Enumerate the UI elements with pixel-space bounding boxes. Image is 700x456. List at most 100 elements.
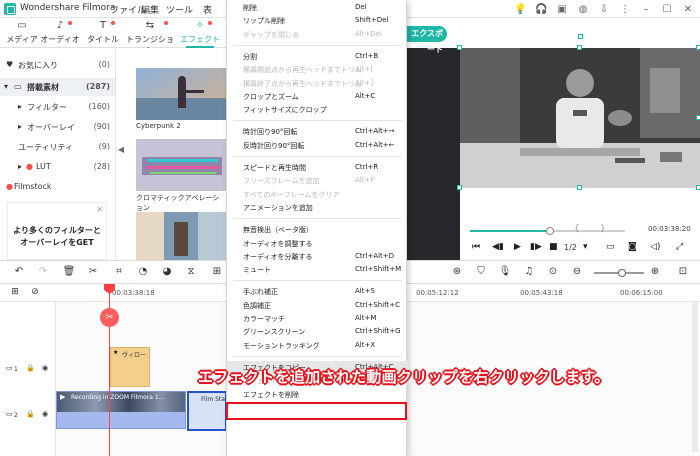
speed-icon[interactable]: ◔ (136, 266, 150, 277)
category-utility[interactable]: ユーティリティ (9) (0, 138, 115, 156)
effect-thumbnail-chromatic[interactable] (136, 139, 226, 191)
scissors-icon[interactable]: ✂ (100, 308, 119, 327)
fullscreen-icon[interactable]: ⤢ (676, 242, 683, 252)
lock-icon[interactable]: 🔒 (26, 364, 35, 372)
video-clip[interactable]: Recording in ZOOM Filmora 1... ▶ (56, 391, 186, 429)
volume-icon[interactable]: ◁) (650, 242, 660, 252)
video-clip-selected[interactable]: Film Start (187, 391, 230, 431)
crop-icon[interactable]: ⌗ (112, 266, 126, 277)
chevron-down-icon[interactable]: ▾ (583, 242, 588, 252)
tab-title[interactable]: T タイトル (83, 18, 123, 48)
timeline-scrollbar[interactable] (692, 302, 698, 452)
prev-frame-icon[interactable]: ⏮ (472, 242, 480, 252)
playback-speed[interactable]: 1/2 (564, 243, 577, 252)
context-menu-item[interactable]: オーディオを分離する Ctrl+Alt+D (227, 250, 408, 263)
delete-icon[interactable]: 🗑 (62, 266, 76, 277)
mixer-icon[interactable]: ♫ (522, 266, 536, 277)
play-reverse-icon[interactable]: ◀▮ (492, 242, 504, 252)
tab-media[interactable]: ▭ メディア (2, 18, 42, 48)
close-icon[interactable]: ✕ (96, 205, 103, 214)
tab-effects[interactable]: ✧ エフェクト (180, 18, 220, 48)
next-frame-icon[interactable]: ▮▶ (530, 242, 542, 252)
zoom-out-icon[interactable]: ⊖ (570, 266, 584, 277)
maximize-icon[interactable]: ☐ (661, 4, 673, 15)
minimize-icon[interactable]: – (640, 4, 652, 15)
split-icon[interactable]: ✂ (86, 266, 100, 277)
marker-icon[interactable]: ⛉ (474, 266, 488, 277)
tab-audio[interactable]: ♪ オーディオ (40, 18, 80, 48)
rotate-handle[interactable] (578, 34, 583, 39)
ai-icon[interactable]: ⊙ (546, 266, 560, 277)
duration-icon[interactable]: ⧖ (184, 266, 198, 277)
context-menu-item[interactable]: クロップとズーム Alt+C (227, 90, 408, 103)
transform-handle[interactable] (577, 185, 582, 190)
menu-edit[interactable]: 編集 (141, 3, 159, 16)
lock-icon[interactable]: 🔒 (26, 410, 35, 418)
tab-transition[interactable]: ⇆ トランジション (124, 18, 176, 55)
collapse-panel-handle[interactable]: ◀ (116, 140, 126, 160)
context-menu-item[interactable]: カラーマッチ Alt+M (227, 312, 408, 325)
screen-icon[interactable]: ▭ (606, 242, 615, 252)
headset-icon[interactable]: 🎧 (535, 4, 547, 15)
category-overlays[interactable]: ▸ オーバーレイ (90) (0, 118, 115, 136)
category-lut[interactable]: ▸ ● LUT (28) (0, 158, 115, 176)
menu-view[interactable]: 表 (203, 3, 212, 16)
more-tools-icon[interactable]: ⊞ (210, 266, 224, 277)
effect-thumbnail-3[interactable] (136, 212, 226, 264)
microphone-icon[interactable]: 🎙 (498, 266, 512, 277)
transform-handle[interactable] (457, 45, 462, 50)
category-filmstock[interactable]: ● Filmstock (0, 178, 115, 196)
eye-icon[interactable]: ◉ (42, 364, 48, 372)
transform-handle[interactable] (696, 115, 700, 120)
stop-icon[interactable]: ■ (549, 242, 558, 252)
account-icon[interactable]: ◍ (577, 4, 589, 15)
zoom-slider[interactable] (594, 269, 644, 277)
render-icon[interactable]: ⊛ (450, 266, 464, 277)
transform-handle[interactable] (457, 185, 462, 190)
snapshot-icon[interactable]: ◙ (628, 242, 637, 252)
context-menu-item[interactable]: アニメーションを追加 (227, 201, 408, 214)
color-icon[interactable]: ◕ (160, 266, 174, 277)
undo-icon[interactable]: ↶ (12, 266, 26, 277)
menu-tools[interactable]: ツール (166, 3, 193, 16)
redo-icon[interactable]: ↷ (36, 266, 50, 277)
download-icon[interactable]: ⇩ (598, 4, 610, 15)
category-builtin[interactable]: ▾ ▭ 搭載素材 (287) (0, 78, 115, 96)
title-clip[interactable]: ★ ヴィロー (110, 347, 150, 387)
zoom-slider-knob[interactable] (618, 269, 626, 277)
add-track-icon[interactable]: ⊞ (8, 287, 22, 297)
transform-handle[interactable] (577, 45, 582, 50)
context-menu-item[interactable]: リップル削除 Shift+Del (227, 14, 408, 27)
transform-handle[interactable] (696, 45, 700, 50)
context-menu-item[interactable]: 分割 Ctrl+B (227, 50, 408, 63)
context-menu-item[interactable]: 削除 Del (227, 1, 408, 14)
context-menu-item[interactable]: グリーンスクリーン Ctrl+Shift+G (227, 325, 408, 338)
gift-icon[interactable]: ▣ (556, 4, 568, 15)
category-filters[interactable]: ▸ フィルター (160) (0, 98, 115, 116)
export-button[interactable]: エクスポート (407, 26, 447, 54)
context-menu-item[interactable]: ミュート Ctrl+Shift+M (227, 263, 408, 276)
mark-in-icon[interactable]: { (574, 224, 580, 234)
lightbulb-icon[interactable]: 💡 (514, 4, 526, 15)
context-menu-item[interactable]: エフェクトを削除 (227, 388, 408, 401)
context-menu-item[interactable]: モーショントラッキング Alt+X (227, 339, 408, 352)
fit-timeline-icon[interactable]: ⊡ (676, 266, 690, 277)
context-menu-item[interactable]: 時計回り90°回転 Ctrl+Alt+→ (227, 125, 408, 138)
link-icon[interactable]: ⊘ (28, 287, 42, 297)
video-preview[interactable] (460, 48, 700, 188)
filmstock-promo-banner[interactable]: ✕ より多くのフィルターと オーバーレイをGET (7, 202, 107, 260)
zoom-in-icon[interactable]: ⊕ (648, 266, 662, 277)
eye-icon[interactable]: ◉ (42, 410, 48, 418)
effect-thumbnail-cyberpunk[interactable] (136, 68, 226, 120)
context-menu-item[interactable]: オーディオを調整する (227, 237, 408, 250)
transform-handle[interactable] (696, 185, 700, 190)
context-menu-item[interactable]: 反時計回り90°回転 Ctrl+Alt+← (227, 139, 408, 152)
context-menu-item[interactable]: 色調補正 Ctrl+Shift+C (227, 299, 408, 312)
close-icon[interactable]: ✕ (682, 4, 694, 15)
context-menu-item[interactable]: 手ぶれ補正 Alt+S (227, 285, 408, 298)
more-icon[interactable]: ⋮ (619, 4, 631, 15)
context-menu-item[interactable]: スピードと再生時間 Ctrl+R (227, 161, 408, 174)
scrubber-knob[interactable] (546, 227, 554, 235)
mark-out-icon[interactable]: } (600, 224, 606, 234)
context-menu-item[interactable]: フィットサイズにクロップ (227, 103, 408, 116)
